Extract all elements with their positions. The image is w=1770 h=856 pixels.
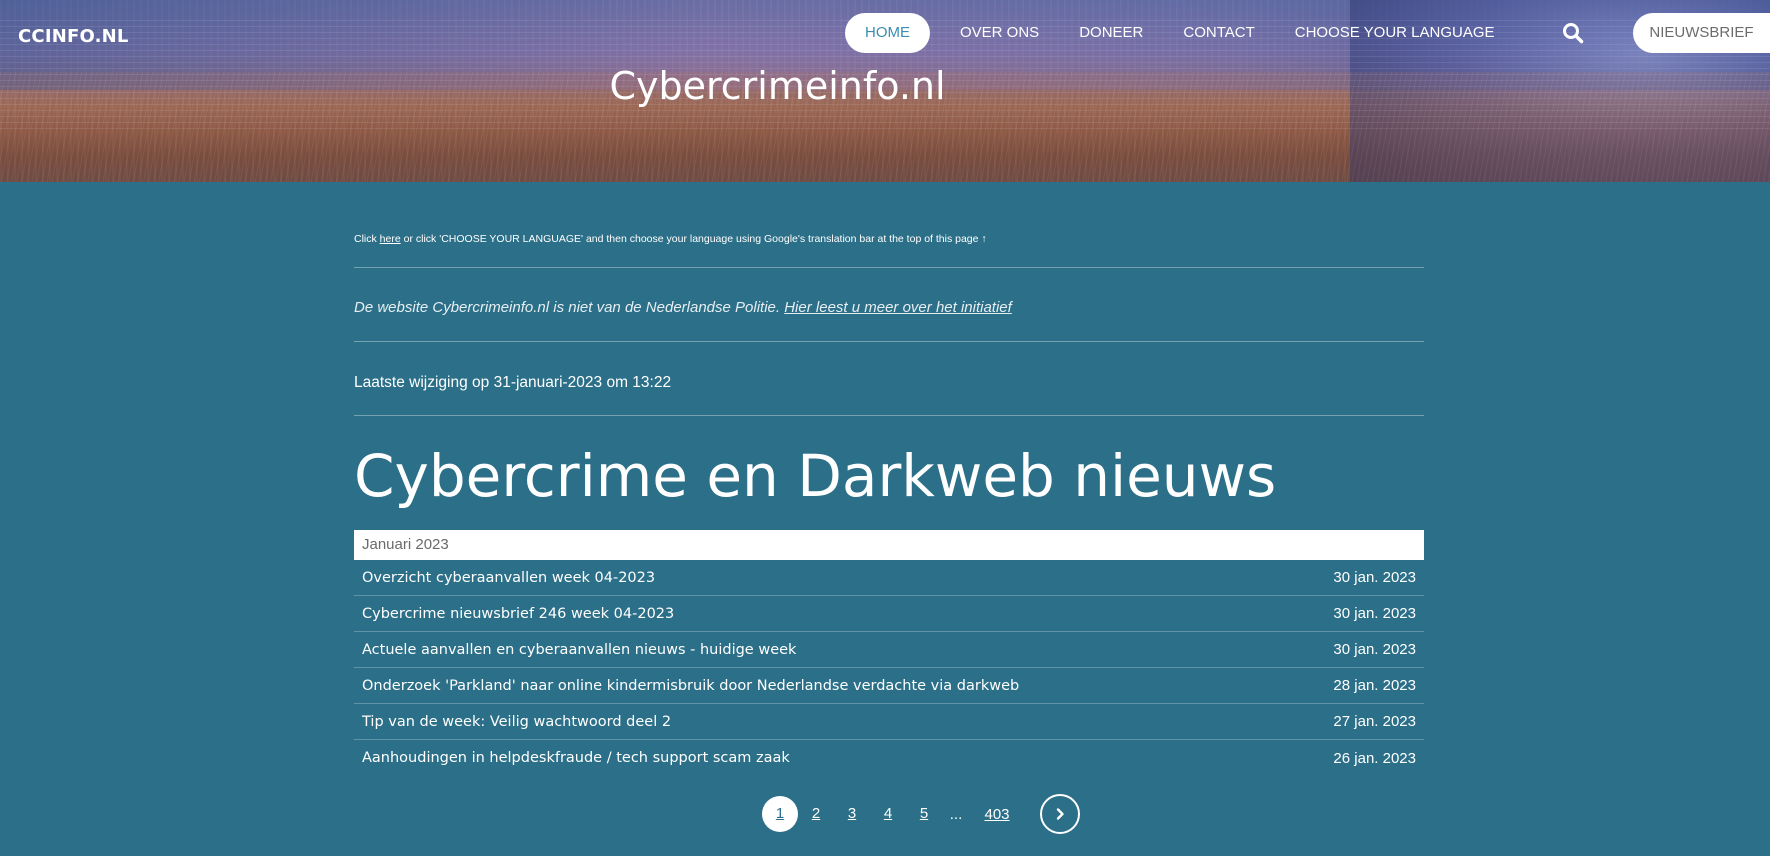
news-item[interactable]: Onderzoek 'Parkland' naar online kinderm… (354, 668, 1424, 704)
nav-home[interactable]: HOME (845, 13, 930, 53)
nav-choose-language[interactable]: CHOOSE YOUR LANGUAGE (1275, 13, 1515, 53)
translate-note: Click here or click 'CHOOSE YOUR LANGUAG… (354, 233, 987, 245)
divider (354, 267, 1424, 268)
news-item[interactable]: Cybercrime nieuwsbrief 246 week 04-2023 … (354, 596, 1424, 632)
page-link-1[interactable]: 1 (762, 796, 798, 832)
news-item[interactable]: Actuele aanvallen en cyberaanvallen nieu… (354, 632, 1424, 668)
news-title[interactable]: Overzicht cyberaanvallen week 04-2023 (362, 570, 655, 586)
news-title[interactable]: Actuele aanvallen en cyberaanvallen nieu… (362, 642, 796, 658)
divider (354, 415, 1424, 416)
news-date: 27 jan. 2023 (1333, 713, 1416, 730)
page-link-2[interactable]: 2 (798, 796, 834, 832)
page-link-4[interactable]: 4 (870, 796, 906, 832)
news-title[interactable]: Cybercrime nieuwsbrief 246 week 04-2023 (362, 606, 674, 622)
main-nav: HOME OVER ONS DONEER CONTACT CHOOSE YOUR… (845, 13, 1515, 53)
divider (354, 341, 1424, 342)
disclaimer: De website Cybercrimeinfo.nl is niet van… (354, 299, 1012, 316)
initiative-link[interactable]: Hier leest u meer over het initiatief (784, 299, 1012, 316)
translate-here-link[interactable]: here (380, 233, 401, 245)
nav-over-ons[interactable]: OVER ONS (940, 13, 1059, 53)
site-logo[interactable]: CCINFO.NL (18, 26, 129, 47)
news-date: 28 jan. 2023 (1333, 677, 1416, 694)
news-item[interactable]: Tip van de week: Veilig wachtwoord deel … (354, 704, 1424, 740)
page-link-3[interactable]: 3 (834, 796, 870, 832)
translate-prefix: Click (354, 233, 380, 245)
next-page-button[interactable] (1040, 794, 1080, 834)
news-date: 30 jan. 2023 (1333, 641, 1416, 658)
news-item[interactable]: Aanhoudingen in helpdeskfraude / tech su… (354, 740, 1424, 776)
month-header: Januari 2023 (354, 530, 1424, 560)
nav-contact[interactable]: CONTACT (1163, 13, 1274, 53)
news-date: 30 jan. 2023 (1333, 569, 1416, 586)
news-date: 26 jan. 2023 (1333, 749, 1416, 767)
news-title[interactable]: Onderzoek 'Parkland' naar online kinderm… (362, 678, 1019, 694)
nav-doneer[interactable]: DONEER (1059, 13, 1163, 53)
news-title[interactable]: Tip van de week: Veilig wachtwoord deel … (362, 714, 671, 730)
page-heading: Cybercrime en Darkweb nieuws (354, 442, 1277, 510)
news-item[interactable]: Overzicht cyberaanvallen week 04-2023 30… (354, 560, 1424, 596)
page-ellipsis: ... (949, 805, 963, 823)
last-modified: Laatste wijziging op 31-januari-2023 om … (354, 374, 672, 391)
page-link-last[interactable]: 403 (970, 806, 1024, 823)
search-icon[interactable] (1562, 22, 1584, 44)
translate-suffix: or click 'CHOOSE YOUR LANGUAGE' and then… (400, 233, 987, 245)
news-title[interactable]: Aanhoudingen in helpdeskfraude / tech su… (362, 750, 790, 766)
pagination: 1 2 3 4 5 ... 403 (762, 794, 1080, 834)
news-date: 30 jan. 2023 (1333, 605, 1416, 622)
disclaimer-text: De website Cybercrimeinfo.nl is niet van… (354, 299, 785, 316)
site-title: Cybercrimeinfo.nl (609, 64, 946, 108)
page-link-5[interactable]: 5 (906, 796, 942, 832)
newsletter-button[interactable]: NIEUWSBRIEF (1633, 13, 1770, 53)
news-list: Overzicht cyberaanvallen week 04-2023 30… (354, 560, 1424, 776)
chevron-right-icon (1056, 808, 1064, 820)
